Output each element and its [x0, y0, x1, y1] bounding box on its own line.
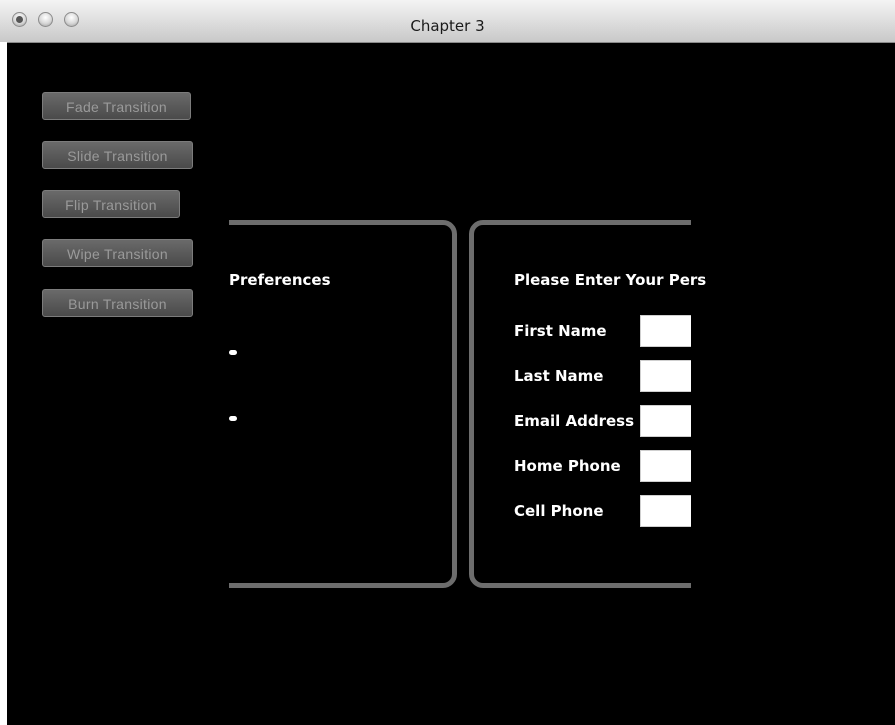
- cell-phone-field[interactable]: [640, 495, 691, 527]
- slide-transition-button[interactable]: Slide Transition: [42, 141, 193, 169]
- panel-viewport: [229, 210, 691, 600]
- window-title: Chapter 3: [410, 17, 485, 35]
- last-name-field[interactable]: [640, 360, 691, 392]
- flip-transition-button[interactable]: Flip Transition: [42, 190, 180, 218]
- email-address-field[interactable]: [640, 405, 691, 437]
- first-name-field[interactable]: [640, 315, 691, 347]
- preferences-title: Preferences: [229, 271, 331, 289]
- window-left-edge: [0, 42, 7, 725]
- cell-phone-label: Cell Phone: [514, 502, 604, 520]
- preference-option-radio[interactable]: [229, 416, 237, 421]
- app-window: Chapter 3 Fade Transition Slide Transiti…: [0, 0, 895, 725]
- title-bar[interactable]: Chapter 3: [0, 0, 895, 43]
- burn-transition-button[interactable]: Burn Transition: [42, 289, 193, 317]
- email-address-label: Email Address: [514, 412, 635, 430]
- preference-option-radio[interactable]: [229, 350, 237, 355]
- wipe-transition-button[interactable]: Wipe Transition: [42, 239, 193, 267]
- personal-info-title: Please Enter Your Pers: [514, 271, 707, 289]
- last-name-label: Last Name: [514, 367, 604, 385]
- first-name-label: First Name: [514, 322, 607, 340]
- fade-transition-button[interactable]: Fade Transition: [42, 92, 191, 120]
- home-phone-label: Home Phone: [514, 457, 621, 475]
- home-phone-field[interactable]: [640, 450, 691, 482]
